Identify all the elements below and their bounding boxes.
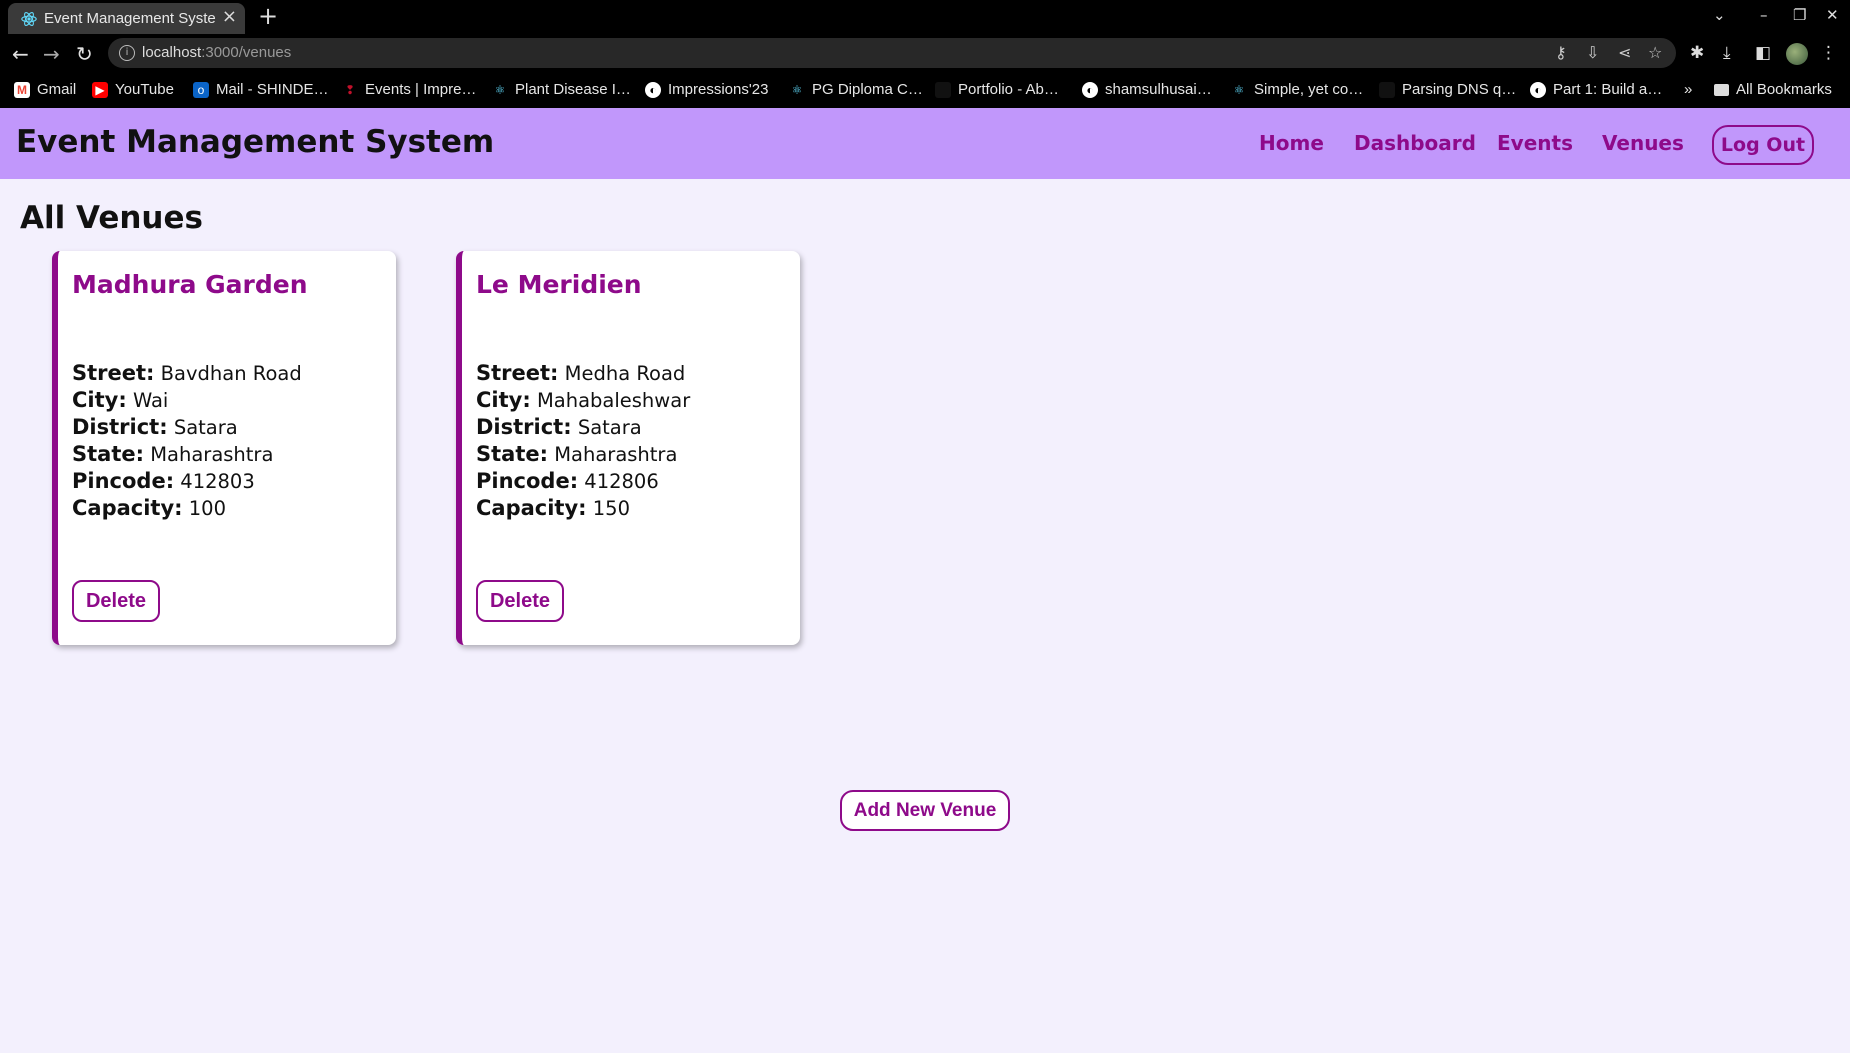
venue-card: Le Meridien Street: Medha Road City: Mah… <box>456 251 800 645</box>
bookmark-pg-diploma[interactable]: ⚛ PG Diploma C… <box>789 81 923 98</box>
venue-district: District: Satara <box>476 415 642 439</box>
bookmark-simple-yet[interactable]: ⚛ Simple, yet co… <box>1231 81 1364 98</box>
side-panel-icon[interactable]: ◧ <box>1755 43 1771 63</box>
address-bar[interactable]: i localhost:3000/venues ⚷ ⇩ ⋖ ☆ <box>108 38 1676 68</box>
plus-icon[interactable]: + <box>258 2 278 30</box>
venue-city: City: Mahabaleshwar <box>476 388 691 412</box>
venue-street: Street: Bavdhan Road <box>72 361 302 385</box>
nav-dashboard[interactable]: Dashboard <box>1354 131 1476 155</box>
chevron-down-icon[interactable]: ⌄ <box>1713 6 1726 24</box>
star-icon[interactable]: ☆ <box>1648 43 1662 62</box>
venue-capacity: Capacity: 150 <box>476 496 630 520</box>
venue-details: Street: Bavdhan Road City: Wai District:… <box>72 360 302 522</box>
venue-name: Madhura Garden <box>72 270 308 299</box>
nav-events[interactable]: Events <box>1497 131 1573 155</box>
forward-arrow-icon[interactable]: → <box>43 42 60 66</box>
minimize-icon[interactable]: – <box>1760 6 1768 24</box>
react-icon <box>21 12 37 26</box>
bookmark-part1[interactable]: ◐ Part 1: Build a… <box>1530 81 1662 98</box>
app-navbar: Event Management System Home Dashboard E… <box>0 108 1850 179</box>
bookmark-events[interactable]: ❢ Events | Impre… <box>342 81 476 98</box>
events-icon: ❢ <box>344 82 356 97</box>
globe-icon: ◐ <box>1530 81 1546 98</box>
delete-button[interactable]: Delete <box>476 580 564 622</box>
add-new-venue-button[interactable]: Add New Venue <box>840 790 1010 831</box>
react-icon: ⚛ <box>1233 82 1245 97</box>
venue-district: District: Satara <box>72 415 238 439</box>
gmail-icon: M <box>14 81 30 98</box>
outlook-icon: o <box>193 81 209 98</box>
extensions-icon[interactable]: ✱ <box>1690 43 1704 63</box>
venue-pincode: Pincode: 412806 <box>476 469 659 493</box>
info-icon[interactable]: i <box>119 45 135 61</box>
bookmark-impressions[interactable]: ◐ Impressions'23 <box>645 81 768 98</box>
nav-home[interactable]: Home <box>1259 131 1324 155</box>
venue-details: Street: Medha Road City: Mahabaleshwar D… <box>476 360 690 522</box>
venue-capacity: Capacity: 100 <box>72 496 226 520</box>
bookmark-plant-disease[interactable]: ⚛ Plant Disease I… <box>492 81 631 98</box>
brand-title: Event Management System <box>16 124 495 160</box>
url-text: localhost:3000/venues <box>142 44 292 61</box>
download-icon[interactable]: ⤓ <box>1723 43 1731 63</box>
profile-avatar[interactable] <box>1786 43 1808 65</box>
page-icon <box>1379 81 1395 98</box>
key-icon[interactable]: ⚷ <box>1555 43 1567 62</box>
nav-venues[interactable]: Venues <box>1602 131 1684 155</box>
bookmarks-bar: M Gmail ▶ YouTube o Mail - SHINDE… ❢ Events … <box>0 72 1850 108</box>
bookmark-youtube[interactable]: ▶ YouTube <box>92 81 174 98</box>
react-icon: ⚛ <box>791 82 803 97</box>
folder-icon <box>1714 83 1729 96</box>
logout-button[interactable]: Log Out <box>1712 125 1814 165</box>
page-title: All Venues <box>20 200 203 236</box>
browser-tab[interactable]: Event Management System × <box>8 3 245 34</box>
venue-state: State: Maharashtra <box>476 442 678 466</box>
venue-name: Le Meridien <box>476 270 642 299</box>
install-icon[interactable]: ⇩ <box>1586 43 1599 62</box>
react-icon: ⚛ <box>494 82 506 97</box>
browser-toolbar: ← → ↻ i localhost:3000/venues ⚷ ⇩ ⋖ ☆ ✱ … <box>0 34 1850 72</box>
bookmark-shamsulhusai[interactable]: ◐ shamsulhusai… <box>1082 81 1212 98</box>
portfolio-icon <box>935 81 951 98</box>
bookmark-portfolio[interactable]: Portfolio - Ab… <box>935 81 1059 98</box>
menu-icon[interactable]: ⋮ <box>1820 43 1837 63</box>
bookmark-parsing-dns[interactable]: Parsing DNS q… <box>1379 81 1516 98</box>
back-arrow-icon[interactable]: ← <box>12 42 29 66</box>
share-icon[interactable]: ⋖ <box>1618 43 1631 62</box>
reload-icon[interactable]: ↻ <box>76 42 93 66</box>
venue-street: Street: Medha Road <box>476 361 686 385</box>
bookmark-mail[interactable]: o Mail - SHINDE… <box>193 81 329 98</box>
all-bookmarks[interactable]: All Bookmarks <box>1714 81 1832 98</box>
venue-card: Madhura Garden Street: Bavdhan Road City… <box>52 251 396 645</box>
browser-tab-bar: Event Management System × + ⌄ – ❐ ✕ <box>0 0 1850 34</box>
tab-title: Event Management System <box>44 10 216 27</box>
bookmark-gmail[interactable]: M Gmail <box>14 81 76 98</box>
venue-city: City: Wai <box>72 388 169 412</box>
venue-state: State: Maharashtra <box>72 442 274 466</box>
youtube-icon: ▶ <box>92 81 108 98</box>
delete-button[interactable]: Delete <box>72 580 160 622</box>
venue-pincode: Pincode: 412803 <box>72 469 255 493</box>
restore-icon[interactable]: ❐ <box>1793 6 1806 24</box>
globe-icon: ◐ <box>645 81 661 98</box>
window-close-icon[interactable]: ✕ <box>1826 6 1839 24</box>
more-bookmarks-button[interactable]: » <box>1684 81 1692 98</box>
close-icon[interactable]: × <box>222 6 237 27</box>
globe-icon: ◐ <box>1082 81 1098 98</box>
